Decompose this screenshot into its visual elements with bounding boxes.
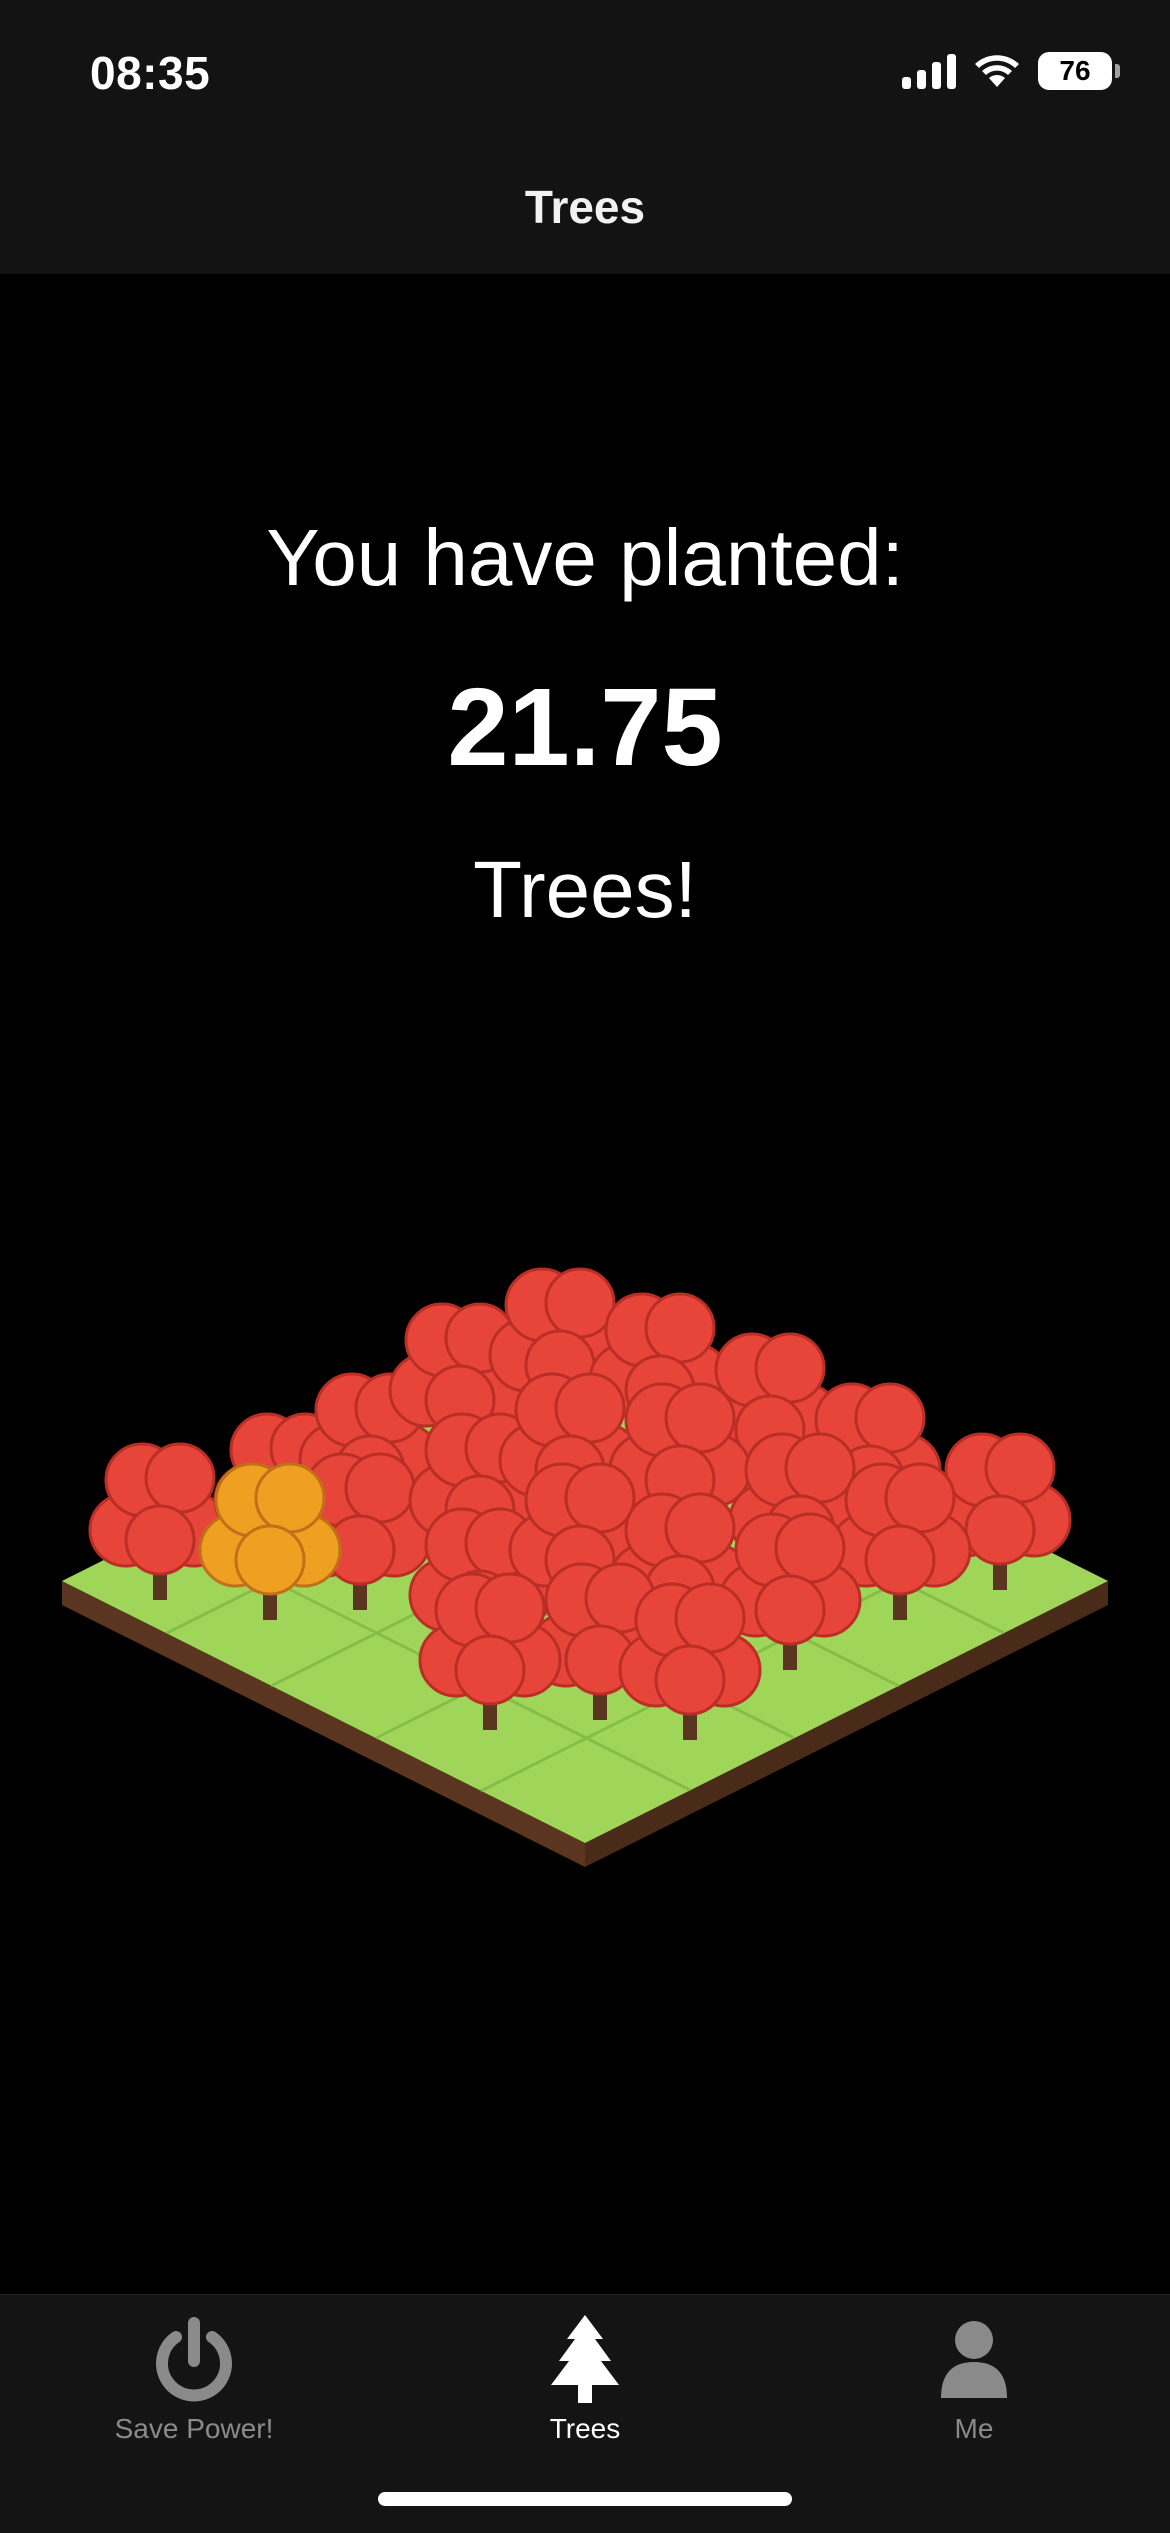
wifi-icon	[974, 53, 1020, 89]
cellular-signal-icon	[902, 53, 956, 89]
tab-trees[interactable]: Trees	[435, 2309, 735, 2445]
tab-label: Me	[954, 2413, 994, 2444]
person-icon	[824, 2309, 1124, 2409]
tree-icon	[435, 2309, 735, 2409]
tab-label: Save Power!	[114, 2413, 274, 2444]
page-title: Trees	[524, 181, 646, 233]
forest-illustration	[62, 1267, 1108, 1867]
tab-save-power[interactable]: Save Power!	[44, 2309, 344, 2445]
planted-count: 21.75	[447, 666, 723, 789]
home-indicator	[378, 2492, 792, 2506]
battery-icon: 76	[1038, 52, 1120, 90]
planted-label: You have planted:	[266, 513, 904, 602]
status-icons: 76	[902, 52, 1120, 90]
status-time: 08:35	[90, 47, 211, 99]
power-icon	[44, 2309, 344, 2409]
top-bar: 08:35 76 Trees	[0, 0, 1170, 274]
tab-me[interactable]: Me	[824, 2309, 1124, 2445]
planted-unit: Trees!	[473, 845, 697, 934]
tab-label: Trees	[549, 2413, 621, 2444]
